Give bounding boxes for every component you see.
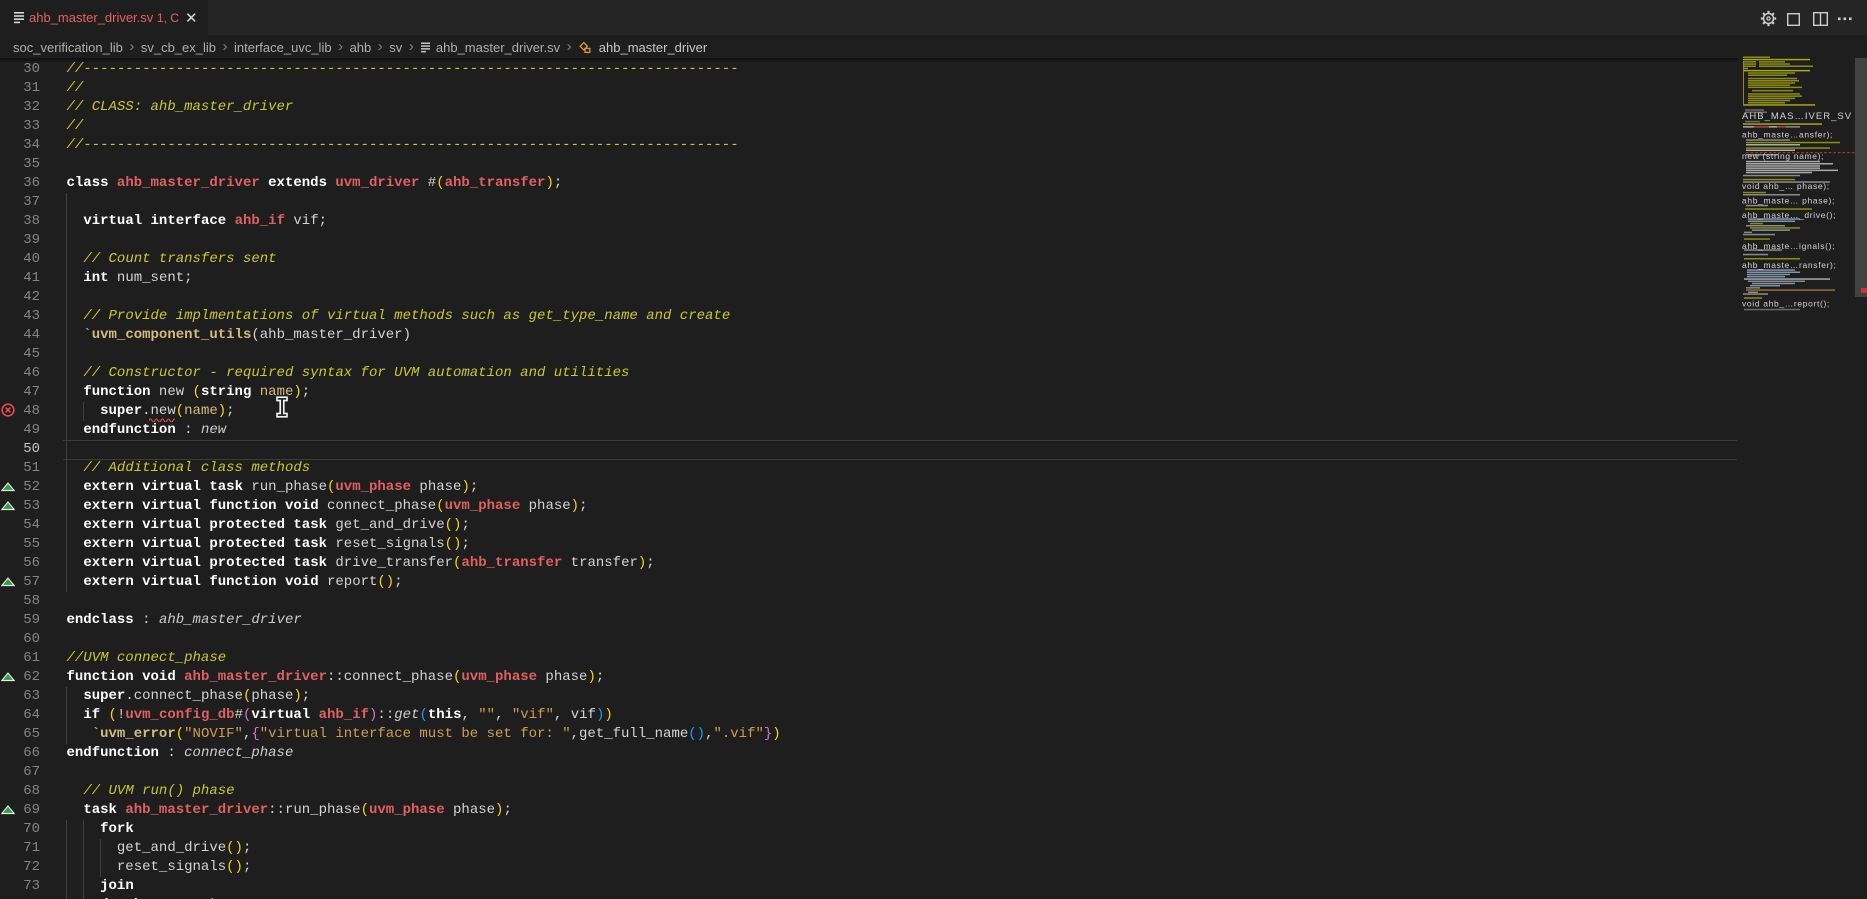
svg-text:ahb_maste…ansfer);: ahb_maste…ansfer); [1742, 130, 1833, 140]
svg-text:void ahb_…report();: void ahb_…report(); [1742, 299, 1830, 309]
svg-text:new (string name);: new (string name); [1742, 151, 1824, 161]
svg-text:ahb_maste… phase);: ahb_maste… phase); [1742, 196, 1835, 206]
svg-text:ahb_maste…_drive();: ahb_maste…_drive(); [1742, 210, 1836, 220]
svg-text:AHB_MAS…IVER_SV: AHB_MAS…IVER_SV [1742, 111, 1852, 122]
svg-text:void ahb_… phase);: void ahb_… phase); [1742, 181, 1830, 191]
svg-text:ahb_maste…ransfer);: ahb_maste…ransfer); [1742, 260, 1837, 270]
svg-text:ahb_maste…ignals();: ahb_maste…ignals(); [1742, 241, 1835, 251]
